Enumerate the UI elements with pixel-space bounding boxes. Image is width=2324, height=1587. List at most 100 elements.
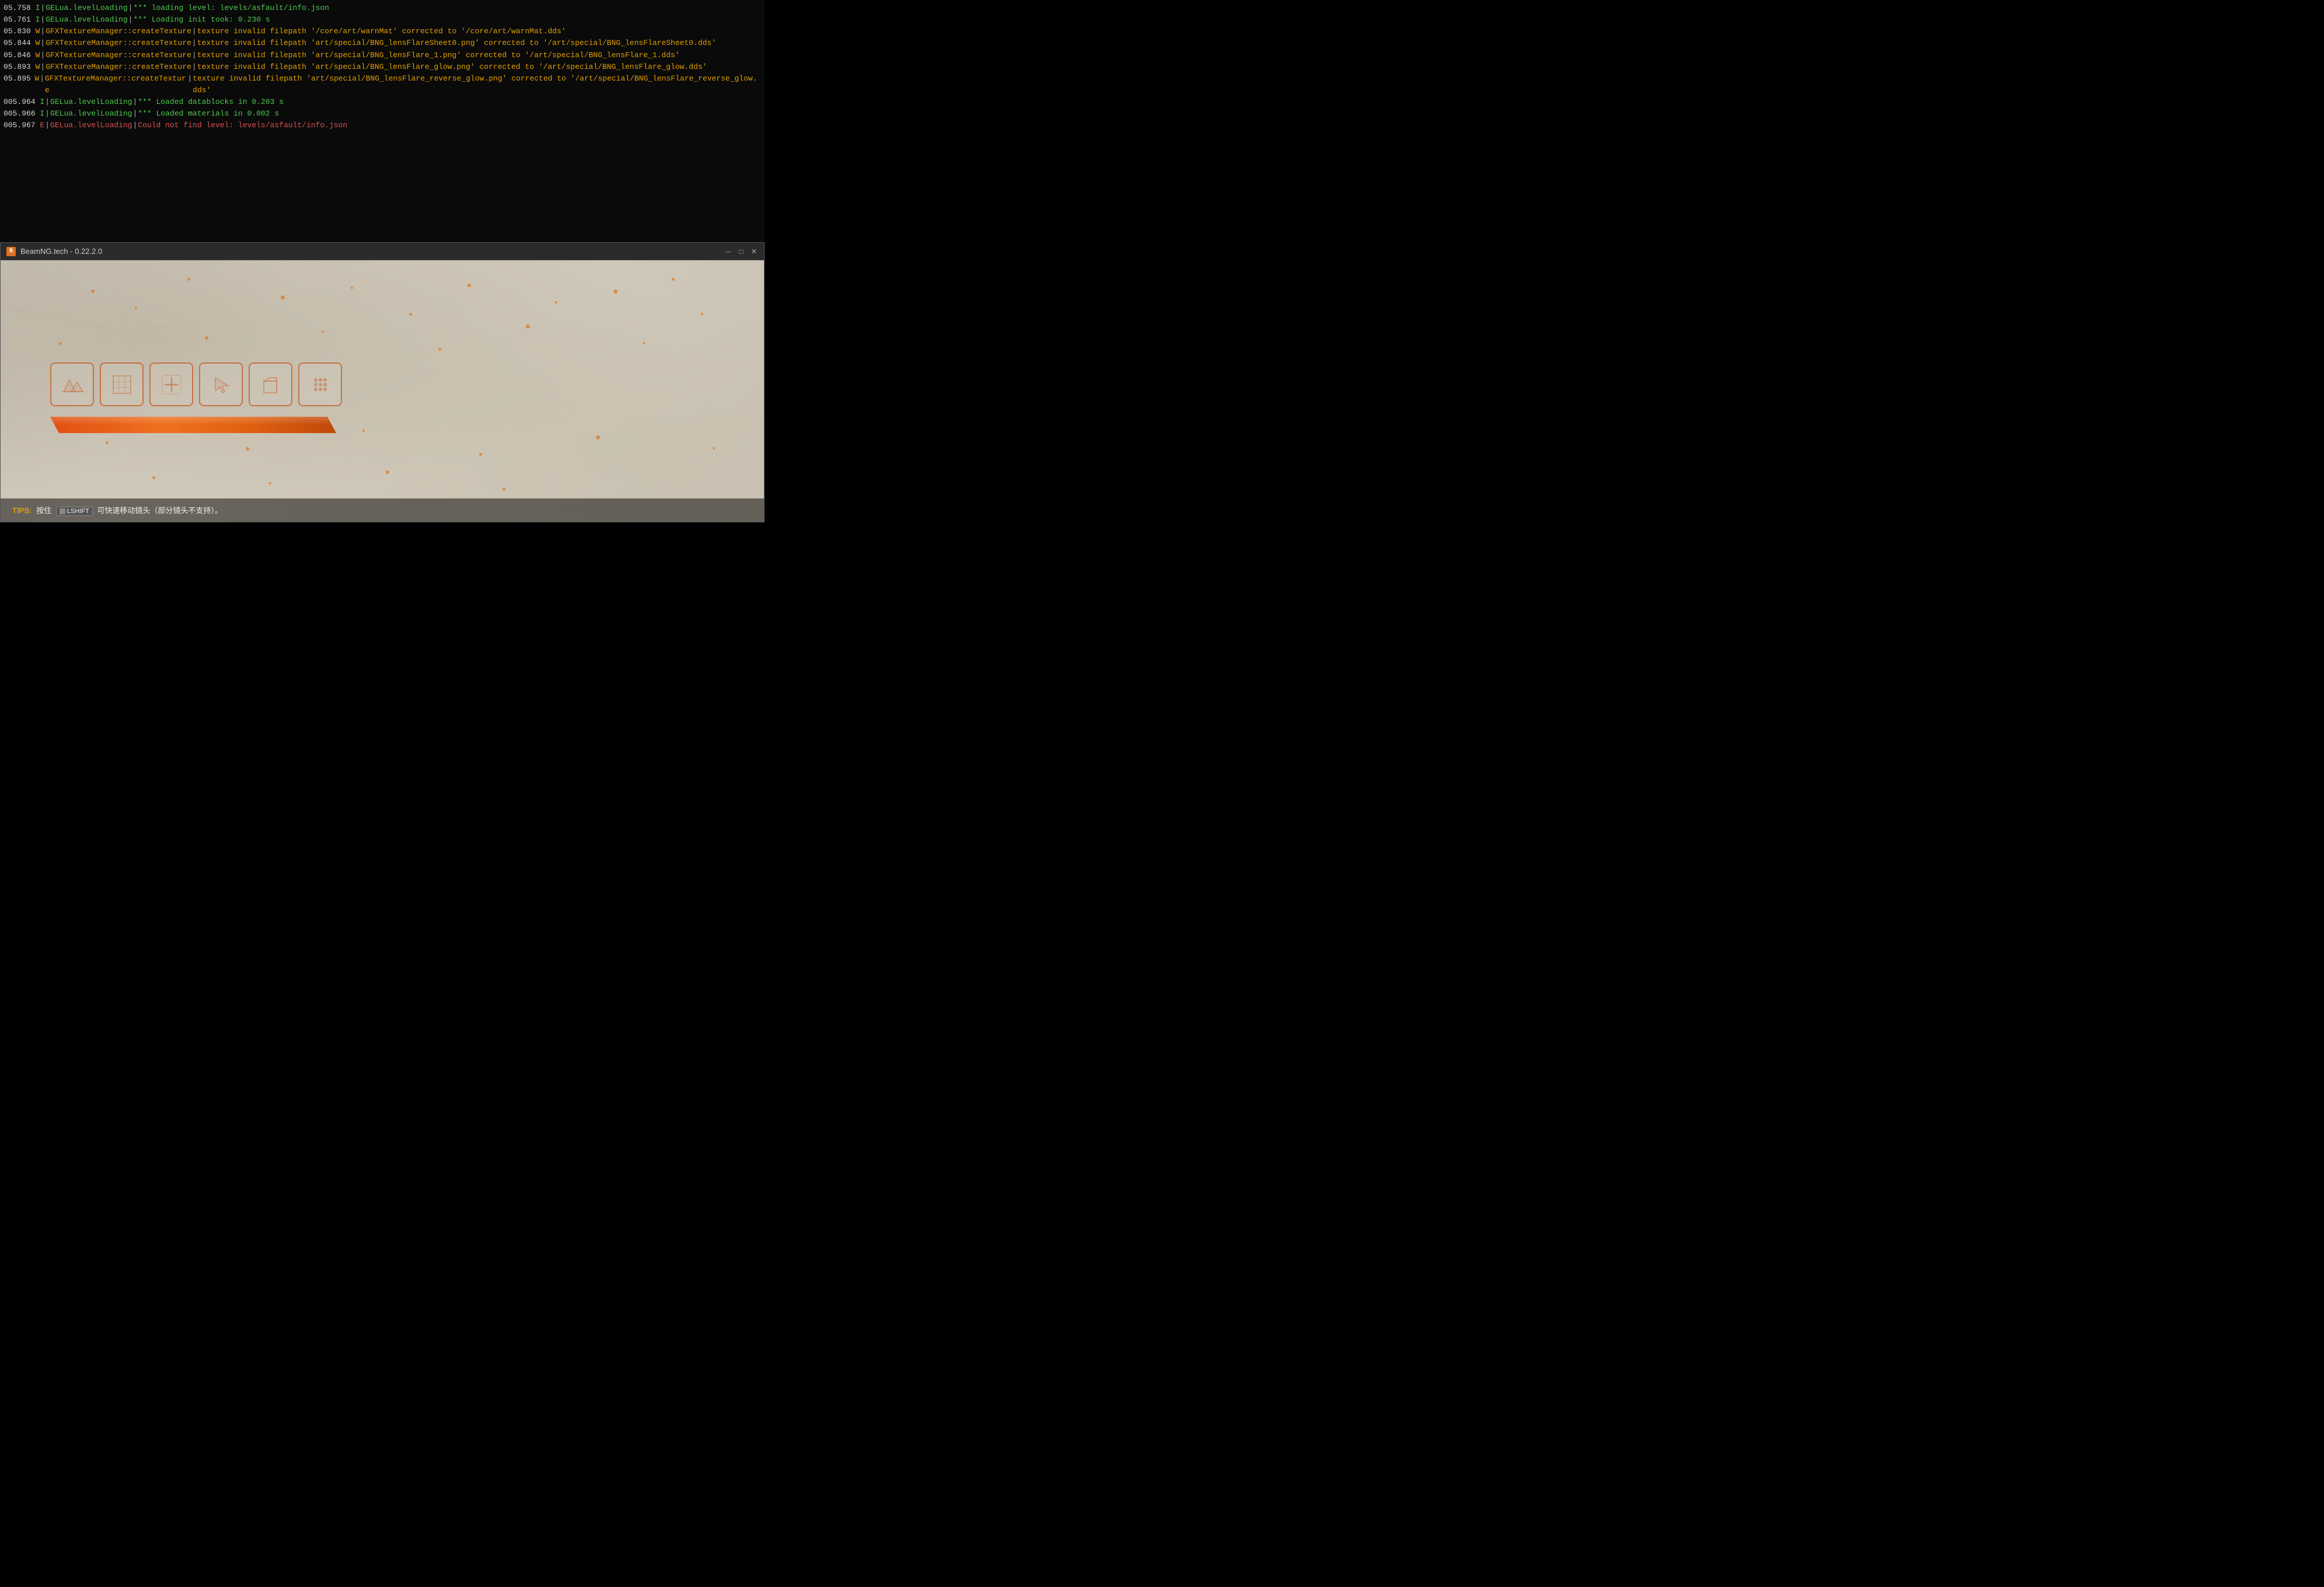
log-timestamp: 05.895 — [4, 73, 34, 96]
log-level: W — [36, 61, 40, 73]
log-timestamp: 05.893 — [4, 61, 36, 73]
log-level: E — [40, 120, 44, 131]
log-module: GFXTextureManager::createTexture — [46, 61, 191, 73]
tips-suffix: 可快速移动镜头（部分镜头不支持）。 — [97, 506, 222, 515]
minimize-button[interactable]: ─ — [724, 247, 732, 256]
load-icon-cursor — [199, 362, 243, 406]
dust-particle — [672, 278, 675, 281]
log-line: 05.893 W|GFXTextureManager::createTextur… — [4, 61, 761, 73]
log-timestamp: 05.761 — [4, 14, 36, 26]
dust-particle — [91, 290, 95, 293]
log-message: texture invalid filepath 'art/special/BN… — [197, 61, 707, 73]
tips-text: 按住 LSHIFT 可快速移动镜头（部分镜头不支持）。 — [36, 504, 222, 516]
log-timestamp: 05.758 — [4, 2, 36, 14]
log-line: 05.830 W|GFXTextureManager::createTextur… — [4, 26, 761, 37]
log-line: 05.895 W|GFXTextureManager::createTextur… — [4, 73, 761, 96]
dust-particle — [362, 430, 365, 432]
log-message: *** Loading init took: 0.230 s — [133, 14, 270, 26]
tips-label: TIPS: — [12, 506, 32, 515]
log-line: 05.761 I|GELua.levelLoading|*** Loading … — [4, 14, 761, 26]
log-module: GFXTextureManager::createTexture — [46, 50, 191, 61]
lshift-label: LSHIFT — [67, 508, 89, 515]
keyboard-icon — [60, 508, 65, 514]
dust-particle — [152, 476, 155, 479]
log-level: W — [34, 73, 39, 96]
log-level: W — [36, 26, 40, 37]
dust-particle — [643, 342, 645, 344]
beamng-window: B BeamNG.tech - 0.22.2.0 ─ □ ✕ — [0, 242, 765, 522]
window-controls: ─ □ ✕ — [724, 247, 758, 256]
log-message: texture invalid filepath 'art/special/BN… — [197, 50, 680, 61]
close-button[interactable]: ✕ — [750, 247, 758, 256]
dust-particle — [701, 313, 703, 315]
terminal-log: 05.758 I|GELua.levelLoading|*** loading … — [0, 0, 765, 242]
load-icon-terrain — [100, 362, 144, 406]
game-viewport: TIPS: 按住 LSHIFT 可快速移动镜头（部分镜头不支持）。 — [1, 260, 764, 522]
log-line: 05.846 W|GFXTextureManager::createTextur… — [4, 50, 761, 61]
progress-bar — [50, 417, 336, 433]
log-line: 05.758 I|GELua.levelLoading|*** loading … — [4, 2, 761, 14]
load-icon-grid — [298, 362, 342, 406]
dust-particle — [479, 453, 482, 456]
load-icon-plus — [149, 362, 193, 406]
lshift-key-badge: LSHIFT — [56, 507, 93, 516]
log-module: GFXTextureManager::createTexture — [46, 26, 191, 37]
log-message: texture invalid filepath 'art/special/BN… — [193, 73, 761, 96]
log-line: 005.964 I|GELua.levelLoading|*** Loaded … — [4, 96, 761, 108]
log-message: texture invalid filepath 'art/special/BN… — [197, 37, 716, 49]
dust-particle — [503, 488, 505, 491]
progress-container — [50, 417, 336, 433]
dust-particle — [246, 447, 249, 451]
dust-particle — [205, 336, 208, 340]
dust-particle — [322, 330, 324, 333]
dust-particle — [713, 447, 715, 449]
log-message: *** loading level: levels/asfault/info.j… — [133, 2, 329, 14]
log-level: W — [36, 50, 40, 61]
log-module: GELua.levelLoading — [50, 96, 132, 108]
log-level: W — [36, 37, 40, 49]
log-timestamp: 005.964 — [4, 96, 40, 108]
dust-particle — [351, 287, 353, 289]
dust-particle — [135, 307, 137, 309]
dust-particle — [386, 470, 389, 474]
dust-particle — [187, 278, 190, 281]
dust-particle — [596, 435, 600, 440]
log-timestamp: 005.967 — [4, 120, 40, 131]
tips-prefix: 按住 — [36, 506, 51, 515]
dust-particle — [281, 295, 285, 299]
log-level: I — [40, 108, 44, 120]
log-timestamp: 05.844 — [4, 37, 36, 49]
log-line: 005.967 E|GELua.levelLoading|Could not f… — [4, 120, 761, 131]
log-level: I — [36, 14, 40, 26]
log-timestamp: 05.846 — [4, 50, 36, 61]
dust-particle — [409, 313, 412, 316]
log-module: GELua.levelLoading — [46, 14, 127, 26]
log-level: I — [36, 2, 40, 14]
log-timestamp: 005.966 — [4, 108, 40, 120]
dust-particle — [269, 482, 271, 484]
dust-particle — [526, 325, 530, 329]
log-module: GELua.levelLoading — [50, 120, 132, 131]
window-title: BeamNG.tech - 0.22.2.0 — [20, 247, 724, 256]
log-module: GFXTextureManager::createTexture — [45, 73, 187, 96]
maximize-button[interactable]: □ — [737, 247, 745, 256]
dust-particle — [467, 284, 471, 287]
log-line: 005.966 I|GELua.levelLoading|*** Loaded … — [4, 108, 761, 120]
loading-icons-row — [50, 362, 342, 406]
log-module: GELua.levelLoading — [50, 108, 132, 120]
dust-particle — [106, 441, 109, 444]
log-message: Could not find level: levels/asfault/inf… — [138, 120, 347, 131]
log-message: texture invalid filepath '/core/art/warn… — [197, 26, 566, 37]
log-message: *** Loaded datablocks in 0.203 s — [138, 96, 284, 108]
dust-particle — [555, 301, 557, 304]
dust-particle — [59, 342, 62, 345]
titlebar: B BeamNG.tech - 0.22.2.0 ─ □ ✕ — [1, 243, 764, 260]
load-icon-box — [249, 362, 292, 406]
log-line: 05.844 W|GFXTextureManager::createTextur… — [4, 37, 761, 49]
log-message: *** Loaded materials in 0.002 s — [138, 108, 279, 120]
tips-bar: TIPS: 按住 LSHIFT 可快速移动镜头（部分镜头不支持）。 — [1, 498, 764, 522]
dust-particle — [613, 290, 617, 294]
log-module: GFXTextureManager::createTexture — [46, 37, 191, 49]
crack-overlay — [1, 260, 176, 348]
load-icon-mountain — [50, 362, 94, 406]
